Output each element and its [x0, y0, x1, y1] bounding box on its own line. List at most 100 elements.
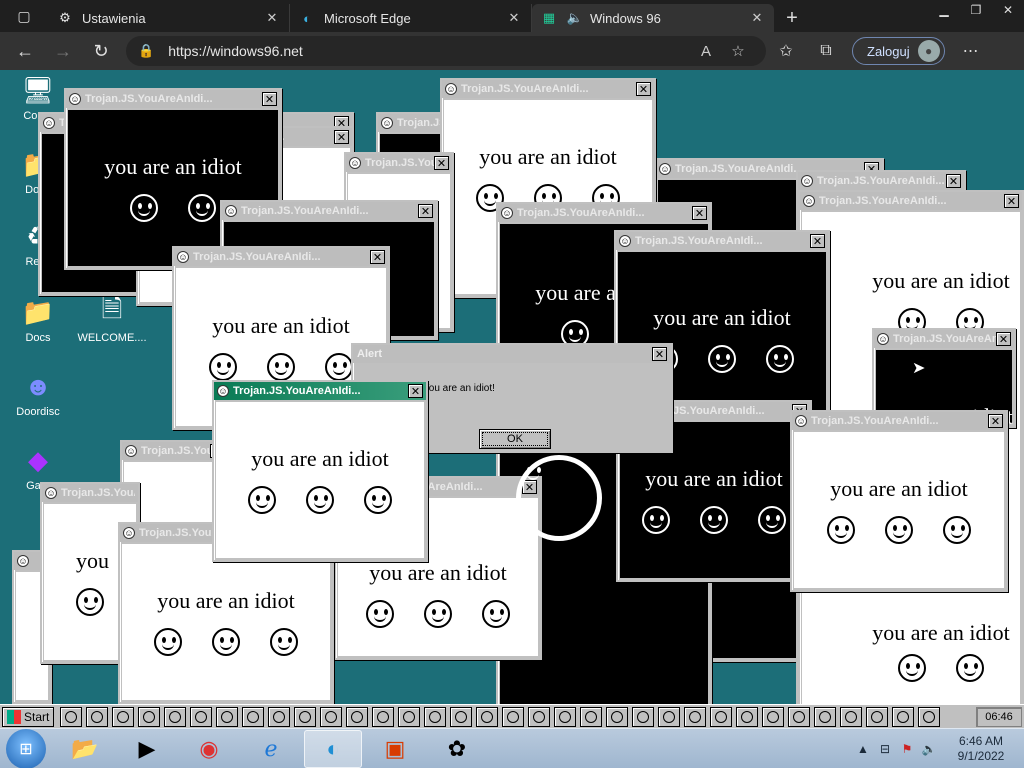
tab-windows96[interactable]: ▦ 🔈 Windows 96 ✕ [532, 4, 774, 32]
office-icon[interactable]: ▣ [366, 730, 424, 768]
task-button[interactable] [632, 706, 655, 727]
close-icon[interactable]: ✕ [996, 332, 1011, 346]
close-icon[interactable]: ✕ [334, 130, 349, 144]
task-button[interactable] [502, 706, 525, 727]
task-button[interactable] [528, 706, 551, 727]
task-button[interactable] [346, 706, 369, 727]
window-titlebar[interactable]: ☺Trojan.JS.YouAreAnIdi...✕ [498, 204, 710, 222]
task-button[interactable] [86, 706, 109, 727]
window-titlebar[interactable]: ☺Trojan.JS.YouAreAnIdi...✕ [798, 172, 964, 190]
media-player-icon[interactable]: ▶ [118, 730, 176, 768]
add-favorite-icon[interactable]: ☆ [722, 42, 754, 60]
close-icon[interactable]: ✕ [262, 92, 277, 106]
desktop-icon-docs[interactable]: 📁 Docs [0, 296, 76, 345]
file-explorer-icon[interactable]: 📂 [56, 730, 114, 768]
task-button[interactable] [814, 706, 837, 727]
favorites-icon[interactable]: ✩ [766, 36, 806, 66]
virus-window-focused[interactable]: ☺ Trojan.JS.YouAreAnIdi... ✕ you are an id… [212, 380, 428, 562]
alert-titlebar[interactable]: Alert ✕ [353, 345, 671, 363]
close-tab-icon[interactable]: ✕ [263, 9, 281, 27]
task-button[interactable] [658, 706, 681, 727]
task-button[interactable] [424, 706, 447, 727]
windows-start-orb[interactable]: ⊞ [6, 728, 46, 768]
back-button[interactable]: ← [6, 36, 44, 66]
task-button[interactable] [450, 706, 473, 727]
task-button[interactable] [398, 706, 421, 727]
window-titlebar[interactable]: ☺Trojan.JS.YouAreAnIdi...✕ [66, 90, 280, 108]
forward-button[interactable]: → [44, 36, 82, 66]
task-button[interactable] [216, 706, 239, 727]
edge-taskbar-icon[interactable]: ◐ [304, 729, 362, 768]
close-icon[interactable]: ✕ [370, 250, 385, 264]
task-button[interactable] [320, 706, 343, 727]
close-tab-icon[interactable]: ✕ [505, 9, 523, 27]
network-icon[interactable]: ⊟ [874, 742, 896, 756]
close-icon[interactable]: ✕ [652, 347, 667, 361]
speaker-icon[interactable]: 🔈 [566, 9, 584, 27]
address-input[interactable]: 🔒 https://windows96.net A ☆ [126, 36, 766, 66]
task-button[interactable] [840, 706, 863, 727]
task-button[interactable] [918, 706, 941, 727]
chrome-icon[interactable]: ◉ [180, 730, 238, 768]
close-icon[interactable]: ✕ [1004, 194, 1019, 208]
virus-window[interactable]: ☺ Trojan.JS.YouAreAnIdi... ✕ you are an id… [790, 410, 1008, 592]
task-button[interactable] [554, 706, 577, 727]
task-button[interactable] [684, 706, 707, 727]
close-icon[interactable]: ✕ [810, 234, 825, 248]
window-titlebar[interactable]: ☺Trojan.JS.YouAreAnIdi...✕ [174, 248, 388, 266]
collections-icon[interactable]: ⧉ [806, 36, 846, 66]
task-button[interactable] [476, 706, 499, 727]
butterfly-app-icon[interactable]: ✿ [428, 730, 486, 768]
more-menu-icon[interactable]: ⋯ [951, 36, 991, 66]
tab-settings[interactable]: ⚙ Ustawienia ✕ [48, 4, 290, 32]
signin-button[interactable]: Zaloguj ● [852, 37, 945, 65]
window-titlebar[interactable]: ☺Trojan.JS.YouAreAnIdi...✕ [214, 382, 426, 400]
tab-microsoft-edge[interactable]: ◐ Microsoft Edge ✕ [290, 4, 532, 32]
task-button[interactable] [580, 706, 603, 727]
internet-explorer-icon[interactable]: ℯ [242, 730, 300, 768]
action-center-icon[interactable]: ⚑ [896, 742, 918, 756]
read-aloud-icon[interactable]: A [690, 43, 722, 60]
window-titlebar[interactable]: ☺Trojan.JS.YouAreAnIdi...✕ [792, 412, 1006, 430]
task-button[interactable] [138, 706, 161, 727]
tab-actions-icon[interactable]: ▢ [0, 0, 48, 32]
task-button[interactable] [762, 706, 785, 727]
restore-button[interactable]: ❐ [960, 0, 992, 20]
task-button[interactable] [372, 706, 395, 727]
window-titlebar[interactable]: ☺Trojan.JS.YouAreAnIdi...✕ [800, 192, 1022, 210]
window-titlebar[interactable]: ☺Trojan.JS.YouAreAnIdi...✕ [874, 330, 1014, 348]
minimize-button[interactable]: ▁ [928, 0, 960, 20]
window-titlebar[interactable]: ☺Trojan.JS.YouAreAnIdi...✕ [222, 202, 436, 220]
window-titlebar[interactable]: ☺Trojan.JS.YouAreAnIdi...✕ [616, 232, 828, 250]
task-button[interactable] [268, 706, 291, 727]
desktop-icon-doordisc[interactable]: ☻ Doordisc [0, 370, 76, 419]
close-icon[interactable]: ✕ [636, 82, 651, 96]
task-button[interactable] [710, 706, 733, 727]
task-button[interactable] [788, 706, 811, 727]
task-button[interactable] [892, 706, 915, 727]
refresh-button[interactable]: ↻ [82, 36, 120, 66]
ok-button[interactable]: OK [479, 429, 551, 449]
task-button[interactable] [112, 706, 135, 727]
close-icon[interactable]: ✕ [692, 206, 707, 220]
start-button[interactable]: Start [2, 706, 55, 727]
close-icon[interactable]: ✕ [988, 414, 1003, 428]
task-button[interactable] [294, 706, 317, 727]
close-icon[interactable]: ✕ [946, 174, 961, 188]
window-titlebar[interactable]: ☺Trojan.JS.YouAreAnIdi...✕ [346, 154, 452, 172]
close-icon[interactable]: ✕ [418, 204, 433, 218]
task-button[interactable] [60, 706, 83, 727]
close-icon[interactable]: ✕ [408, 384, 423, 398]
task-button[interactable] [606, 706, 629, 727]
task-button[interactable] [242, 706, 265, 727]
volume-icon[interactable]: 🔈 [918, 742, 940, 756]
system-clock[interactable]: 6:46 AM 9/1/2022 [946, 734, 1016, 764]
show-hidden-icons-icon[interactable]: ▲ [852, 742, 874, 756]
lock-icon[interactable]: 🔒 [138, 43, 154, 59]
close-icon[interactable]: ✕ [434, 156, 449, 170]
new-tab-button[interactable]: + [774, 4, 810, 32]
task-button[interactable] [736, 706, 759, 727]
task-button[interactable] [190, 706, 213, 727]
task-button[interactable] [164, 706, 187, 727]
task-button[interactable] [866, 706, 889, 727]
